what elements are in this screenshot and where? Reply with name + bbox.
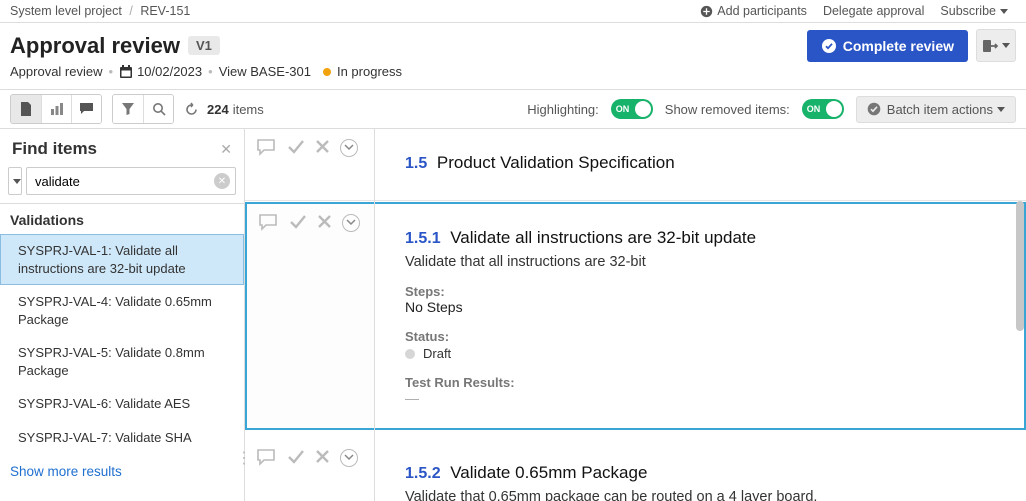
filter-button[interactable] — [113, 95, 143, 123]
results-label: Test Run Results: — [405, 375, 994, 390]
breadcrumb-project[interactable]: System level project — [10, 4, 122, 18]
expand-row-button[interactable] — [340, 139, 358, 157]
calendar-icon — [119, 65, 133, 79]
chevron-down-icon — [13, 179, 21, 184]
reject-row-button[interactable] — [315, 139, 330, 154]
comment-row-button[interactable] — [257, 139, 277, 157]
expand-row-button[interactable] — [340, 449, 358, 467]
breadcrumb: System level project / REV-151 — [10, 4, 190, 18]
results-group-heading: Validations — [0, 203, 244, 234]
page-title: Approval review — [10, 33, 180, 59]
results-value: — — [405, 390, 994, 406]
complete-review-button[interactable]: Complete review — [807, 30, 968, 62]
search-toolbar-button[interactable] — [143, 95, 173, 123]
comment-row-button[interactable] — [259, 214, 279, 232]
status-dot-gray-icon — [405, 349, 415, 359]
funnel-icon — [121, 102, 135, 116]
steps-value: No Steps — [405, 299, 994, 315]
section-block-selected[interactable]: 1.5.1 Validate all instructions are 32-b… — [375, 202, 1026, 430]
find-items-title: Find items — [12, 139, 97, 159]
highlighting-label: Highlighting: — [527, 102, 599, 117]
review-meta: Approval review • 10/02/2023 • View BASE… — [0, 64, 1026, 90]
chevron-down-icon — [1000, 9, 1008, 14]
status-value: Draft — [405, 346, 994, 361]
chevron-down-icon — [344, 144, 354, 152]
check-circle-icon — [821, 38, 837, 54]
export-menu-button[interactable] — [976, 29, 1016, 62]
scrollbar-thumb[interactable] — [1016, 201, 1024, 331]
plus-circle-icon — [700, 5, 713, 18]
document-icon — [19, 101, 33, 117]
bars-icon — [50, 102, 64, 116]
exit-icon — [983, 39, 999, 53]
search-result-item[interactable]: SYSPRJ-VAL-5: Validate 0.8mm Package — [0, 336, 244, 387]
reject-row-button[interactable] — [317, 214, 332, 229]
status-badge: In progress — [337, 64, 402, 79]
view-comments-button[interactable] — [71, 95, 101, 123]
clear-search-button[interactable]: ✕ — [214, 173, 230, 189]
check-circle-filled-icon — [867, 102, 881, 116]
search-result-item[interactable]: SYSPRJ-VAL-6: Validate AES — [0, 387, 244, 421]
chevron-down-icon — [344, 454, 354, 462]
status-dot-icon — [323, 68, 331, 76]
show-more-results-link[interactable]: Show more results — [0, 454, 244, 489]
section-block: 1.5 Product Validation Specification — [375, 129, 1026, 201]
search-result-item[interactable]: SYSPRJ-VAL-7: Validate SHA — [0, 421, 244, 455]
search-result-item[interactable]: SYSPRJ-VAL-1: Validate all instructions … — [0, 234, 244, 285]
section-description: Validate that all instructions are 32-bi… — [405, 254, 994, 270]
close-find-button[interactable]: ✕ — [220, 141, 232, 158]
show-removed-label: Show removed items: — [665, 102, 790, 117]
search-input[interactable] — [26, 167, 236, 195]
section-block: 1.5.2 Validate 0.65mm Package Validate t… — [375, 439, 1026, 501]
reject-row-button[interactable] — [315, 449, 330, 464]
section-title: Validate all instructions are 32-bit upd… — [450, 228, 756, 247]
comment-icon — [79, 102, 94, 116]
section-description: Validate that 0.65mm package can be rout… — [405, 489, 996, 501]
steps-label: Steps: — [405, 284, 994, 299]
approve-row-button[interactable] — [289, 214, 307, 230]
add-participants-button[interactable]: Add participants — [692, 4, 815, 18]
comment-row-button[interactable] — [257, 449, 277, 467]
delegate-approval-button[interactable]: Delegate approval — [815, 4, 932, 18]
section-title: Validate 0.65mm Package — [450, 463, 647, 482]
view-stats-button[interactable] — [41, 95, 71, 123]
show-removed-toggle[interactable]: ON — [802, 99, 844, 119]
search-icon — [152, 102, 166, 116]
section-title: Product Validation Specification — [437, 153, 675, 172]
highlighting-toggle[interactable]: ON — [611, 99, 653, 119]
section-number: 1.5.2 — [405, 465, 441, 482]
search-result-item[interactable]: SYSPRJ-VAL-4: Validate 0.65mm Package — [0, 285, 244, 336]
item-count: 224 — [207, 102, 229, 117]
status-label: Status: — [405, 329, 994, 344]
view-document-button[interactable] — [11, 95, 41, 123]
chevron-down-icon — [997, 107, 1005, 112]
subscribe-button[interactable]: Subscribe — [932, 4, 1016, 18]
version-chip: V1 — [188, 36, 220, 55]
refresh-icon[interactable] — [184, 102, 199, 117]
approve-row-button[interactable] — [287, 139, 305, 155]
section-number: 1.5 — [405, 155, 427, 172]
approve-row-button[interactable] — [287, 449, 305, 465]
section-number: 1.5.1 — [405, 230, 441, 247]
chevron-down-icon — [346, 219, 356, 227]
expand-row-button[interactable] — [342, 214, 360, 232]
batch-actions-button[interactable]: Batch item actions — [856, 96, 1016, 123]
breadcrumb-item[interactable]: REV-151 — [140, 4, 190, 18]
search-scope-dropdown[interactable] — [8, 167, 22, 195]
chevron-down-icon — [1002, 43, 1010, 48]
